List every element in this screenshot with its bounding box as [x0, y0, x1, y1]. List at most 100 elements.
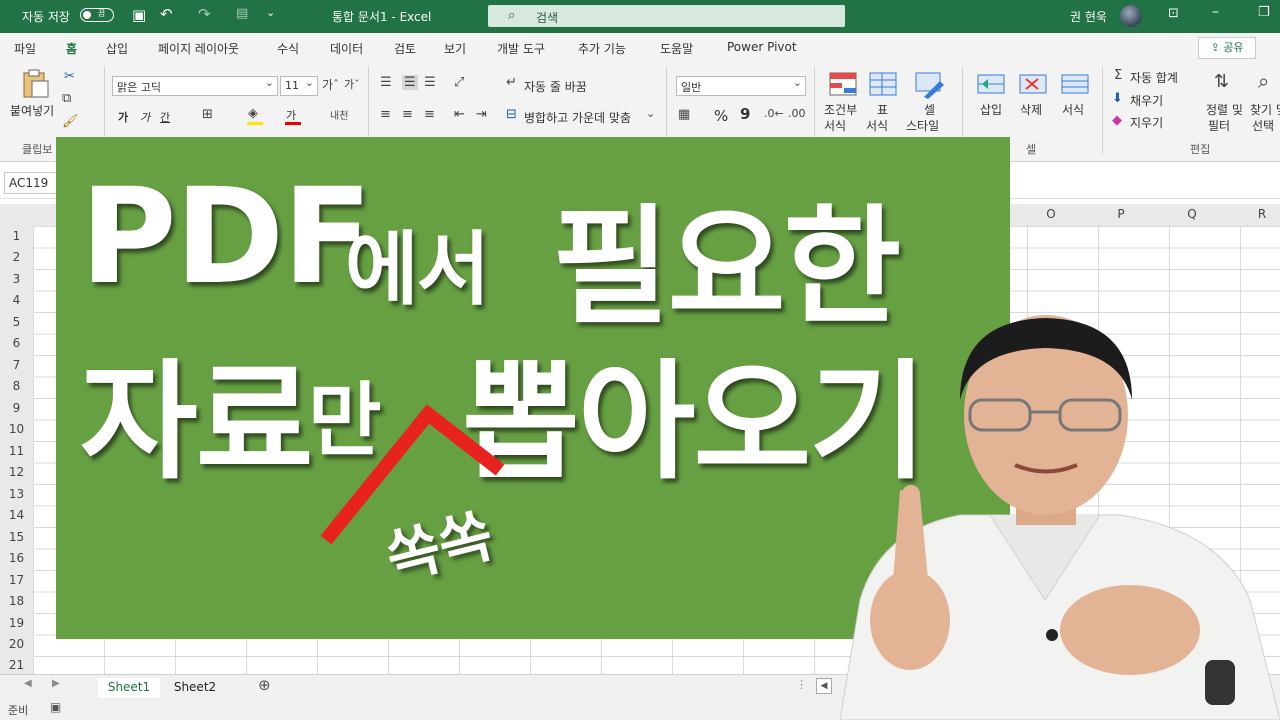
- autosum-icon[interactable]: Σ: [1114, 68, 1122, 83]
- number-format-select[interactable]: 일반: [676, 76, 806, 96]
- format-painter-icon[interactable]: 🖌: [62, 114, 79, 129]
- row-number[interactable]: 11: [0, 444, 33, 458]
- format-as-table-label[interactable]: 표: [877, 101, 888, 118]
- tab-data[interactable]: 데이터: [330, 40, 363, 57]
- user-name[interactable]: 권 현욱: [1070, 8, 1107, 25]
- row-number[interactable]: 13: [0, 487, 33, 501]
- row-number[interactable]: 2: [0, 250, 33, 264]
- delete-cells-button[interactable]: 삭제: [1020, 101, 1042, 118]
- row-number[interactable]: 6: [0, 336, 33, 350]
- format-as-table-icon[interactable]: [868, 71, 898, 99]
- orientation-icon[interactable]: ⤢: [454, 75, 464, 90]
- tab-add-ins[interactable]: 추가 기능: [578, 40, 626, 57]
- font-size-select[interactable]: 11: [280, 76, 318, 96]
- paste-icon[interactable]: [20, 69, 50, 98]
- italic-button[interactable]: 가: [140, 109, 150, 125]
- clear-icon[interactable]: ◆: [1112, 113, 1122, 128]
- merge-icon[interactable]: ⊟: [506, 107, 517, 122]
- tab-formulas[interactable]: 수식: [277, 40, 299, 57]
- comma-button[interactable]: 9: [740, 105, 750, 123]
- add-sheet-icon[interactable]: ⊕: [258, 676, 271, 694]
- underline-button[interactable]: 간: [160, 109, 170, 125]
- increase-indent-icon[interactable]: ⇥: [476, 107, 487, 122]
- bold-button[interactable]: 가: [118, 109, 128, 125]
- tab-review[interactable]: 검토: [394, 40, 416, 57]
- merge-center-button[interactable]: 병합하고 가운데 맞춤: [524, 109, 631, 126]
- column-p[interactable]: P: [1111, 207, 1131, 221]
- format-as-table-label-2[interactable]: 서식: [866, 117, 888, 134]
- align-top-icon[interactable]: ☰: [380, 75, 392, 90]
- tab-developer[interactable]: 개발 도구: [497, 40, 545, 57]
- row-number[interactable]: 15: [0, 530, 33, 544]
- decrease-font-icon[interactable]: 가ˇ: [344, 76, 360, 92]
- search-box[interactable]: ⌕ 검색: [488, 5, 845, 27]
- row-number[interactable]: 20: [0, 637, 33, 651]
- cut-icon[interactable]: ✂: [64, 69, 75, 84]
- conditional-format-icon[interactable]: [828, 71, 858, 99]
- row-number[interactable]: 4: [0, 293, 33, 307]
- align-bottom-icon[interactable]: ☰: [424, 75, 436, 90]
- save-icon[interactable]: ▣: [132, 6, 146, 24]
- split-handle-icon[interactable]: ⋮: [796, 678, 807, 691]
- copy-icon[interactable]: ⧉: [62, 91, 71, 106]
- row-number[interactable]: 5: [0, 315, 33, 329]
- scroll-right-icon[interactable]: ▶: [52, 678, 60, 689]
- row-number[interactable]: 3: [0, 272, 33, 286]
- tab-insert[interactable]: 삽입: [106, 40, 128, 57]
- increase-decimal-icon[interactable]: .0←: [764, 107, 784, 120]
- decrease-indent-icon[interactable]: ⇤: [454, 107, 465, 122]
- autosum-button[interactable]: 자동 합계: [1130, 69, 1178, 86]
- row-number[interactable]: 12: [0, 465, 33, 479]
- increase-font-icon[interactable]: 가ˆ: [322, 76, 339, 93]
- tab-help[interactable]: 도움말: [660, 40, 693, 57]
- align-center-icon[interactable]: ≡: [402, 107, 413, 122]
- avatar[interactable]: [1120, 5, 1142, 27]
- wrap-text-icon[interactable]: ↵: [506, 75, 517, 90]
- paste-label[interactable]: 붙여넣기: [10, 102, 54, 119]
- delete-cells-icon[interactable]: [1018, 71, 1048, 99]
- cell-styles-icon[interactable]: [914, 71, 944, 99]
- scroll-left-icon[interactable]: ◀: [24, 678, 32, 689]
- autosave-toggle[interactable]: 끔: [80, 8, 114, 22]
- row-number[interactable]: 17: [0, 573, 33, 587]
- column-r[interactable]: R: [1252, 207, 1272, 221]
- fill-color-icon[interactable]: ◈: [248, 106, 258, 121]
- border-icon[interactable]: ⊞: [202, 107, 213, 122]
- conditional-format-label[interactable]: 조건부: [824, 101, 857, 118]
- clear-button[interactable]: 지우기: [1130, 114, 1163, 131]
- restore-icon[interactable]: ❐: [1258, 5, 1270, 20]
- tab-view[interactable]: 보기: [444, 40, 466, 57]
- ribbon-display-icon[interactable]: ⊡: [1168, 6, 1179, 21]
- find-select-label-2[interactable]: 선택: [1252, 117, 1274, 134]
- row-number[interactable]: 14: [0, 508, 33, 522]
- fill-icon[interactable]: ⬇: [1112, 91, 1123, 106]
- format-cells-button[interactable]: 서식: [1062, 101, 1084, 118]
- merge-dropdown-icon[interactable]: ⌄: [646, 107, 655, 120]
- align-middle-icon[interactable]: ☰: [402, 75, 418, 90]
- sort-filter-icon[interactable]: ⇅: [1214, 71, 1229, 92]
- decrease-decimal-icon[interactable]: .00: [788, 107, 806, 120]
- row-number[interactable]: 10: [0, 422, 33, 436]
- customize-toolbar-icon[interactable]: ⌄: [266, 6, 275, 19]
- row-number[interactable]: 1: [0, 229, 33, 243]
- find-select-label[interactable]: 찾기 및: [1250, 101, 1280, 118]
- font-color-button[interactable]: 가: [286, 107, 296, 123]
- sort-filter-label[interactable]: 정렬 및: [1206, 101, 1243, 118]
- macro-record-icon[interactable]: ▣: [50, 700, 61, 714]
- minimize-icon[interactable]: –: [1212, 4, 1219, 20]
- find-select-icon[interactable]: ⌕: [1258, 69, 1269, 93]
- row-number[interactable]: 9: [0, 401, 33, 415]
- row-number[interactable]: 16: [0, 551, 33, 565]
- accounting-icon[interactable]: ▦: [678, 107, 690, 122]
- insert-cells-button[interactable]: 삽입: [980, 101, 1002, 118]
- sheet-tab-sheet2[interactable]: Sheet2: [164, 678, 226, 698]
- row-number[interactable]: 19: [0, 616, 33, 630]
- row-number[interactable]: 7: [0, 358, 33, 372]
- sort-filter-label-2[interactable]: 필터: [1208, 117, 1230, 134]
- row-number[interactable]: 18: [0, 594, 33, 608]
- tab-page-layout[interactable]: 페이지 레이아웃: [158, 40, 239, 57]
- fill-button[interactable]: 채우기: [1130, 92, 1163, 109]
- font-name-select[interactable]: 맑은 고딕: [112, 76, 278, 96]
- wrap-text-button[interactable]: 자동 줄 바꿈: [524, 78, 587, 95]
- undo-icon[interactable]: ↶: [160, 5, 173, 23]
